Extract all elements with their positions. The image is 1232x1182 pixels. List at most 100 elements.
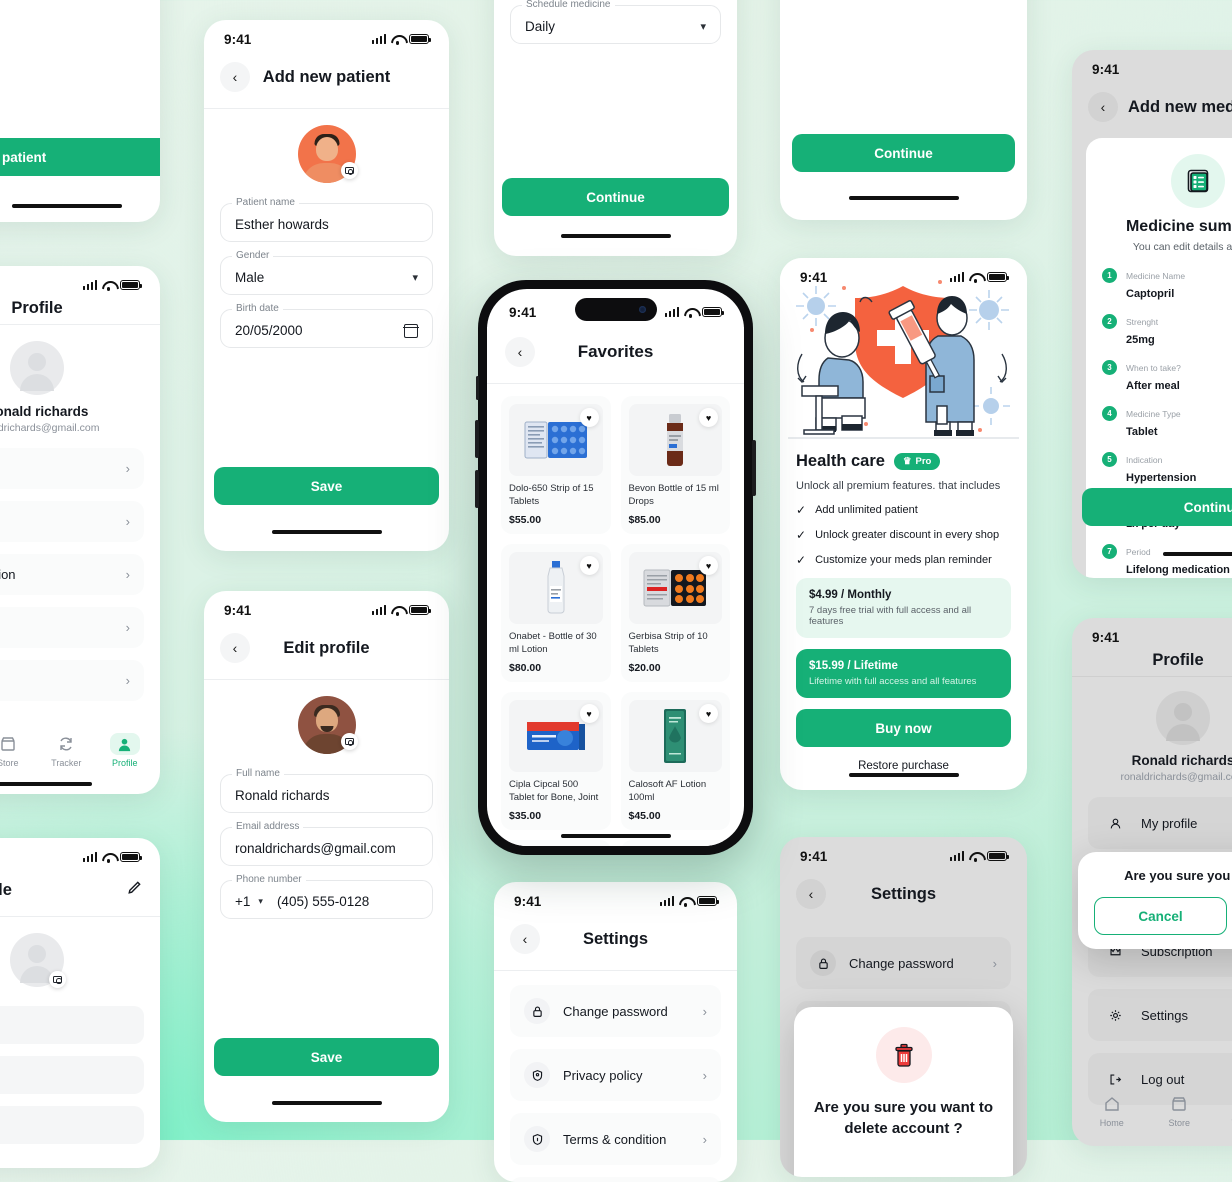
heart-icon[interactable]: ♥ xyxy=(699,556,718,575)
menu-label: My profile xyxy=(1141,816,1232,831)
check-icon: ✓ xyxy=(796,503,806,517)
full-name-field[interactable]: Full name Ronald richards xyxy=(220,774,433,813)
profile-menu-settings[interactable]: Settings xyxy=(1088,989,1232,1041)
favorite-card[interactable]: ♥ Onabet - Bottle of 30 ml Lotion $80.00 xyxy=(501,544,611,682)
tab-store[interactable]: Store xyxy=(0,733,37,768)
heart-icon[interactable]: ♥ xyxy=(699,408,718,427)
phone-number-field[interactable]: Phone number +1 ▾ (405) 555-0128 xyxy=(220,880,433,919)
settings-item-terms-condition[interactable]: Terms & condition › xyxy=(510,1113,721,1165)
profile-menu-settings[interactable]: Settings › xyxy=(0,607,144,648)
favorite-card[interactable]: ♥ xyxy=(501,840,611,846)
heart-icon[interactable]: ♥ xyxy=(580,408,599,427)
crown-icon: ♛ xyxy=(903,456,912,467)
tab-store[interactable]: Store xyxy=(1146,1093,1214,1128)
camera-badge-icon[interactable] xyxy=(341,733,358,750)
status-bar: 9:41 xyxy=(494,882,737,916)
field-value: ronaldrichards@gmail.com xyxy=(235,841,418,856)
heart-icon[interactable]: ♥ xyxy=(580,556,599,575)
step-number: 7 xyxy=(1102,544,1117,559)
tab-tracker[interactable]: Tracker xyxy=(37,733,96,768)
email-field[interactable]: gmail.com xyxy=(0,1056,144,1094)
chevron-right-icon: › xyxy=(126,620,130,635)
continue-button[interactable]: Continue xyxy=(792,134,1015,172)
status-icons xyxy=(83,280,141,290)
plan-monthly[interactable]: $4.99 / Monthly 7 days free trial with f… xyxy=(796,578,1011,638)
heart-icon[interactable]: ♥ xyxy=(699,704,718,723)
nav-bar: ‹ Favorites xyxy=(487,327,744,383)
settings-item-about-us[interactable]: About us › xyxy=(510,1177,721,1182)
home-indicator xyxy=(12,204,122,208)
save-button[interactable]: Save xyxy=(214,1038,439,1076)
camera-badge-icon[interactable] xyxy=(341,162,358,179)
battery-icon xyxy=(987,272,1007,282)
pro-label: Pro xyxy=(916,456,932,467)
cancel-button[interactable]: Cancel xyxy=(1094,897,1227,935)
country-code: +1 xyxy=(235,894,250,909)
chevron-down-icon[interactable]: ▾ xyxy=(258,896,263,907)
avatar-upload[interactable] xyxy=(204,696,449,754)
tab-home[interactable]: Home xyxy=(1078,1093,1146,1128)
birth-date-field[interactable]: Birth date 20/05/2000 xyxy=(220,309,433,348)
favorite-card[interactable]: ♥ Calosoft AF Lotion 100ml $45.00 xyxy=(621,692,731,830)
profile-menu-subscription[interactable]: Subscription › xyxy=(0,554,144,595)
favorite-card[interactable]: ♥ xyxy=(621,840,731,846)
tab-tracker[interactable]: Tracker xyxy=(1213,1093,1232,1128)
gender-select[interactable]: Gender Male ▾ xyxy=(220,256,433,295)
back-button[interactable]: ‹ xyxy=(505,337,535,367)
field-value: Ronald richards xyxy=(235,788,418,803)
continue-button[interactable]: Continue xyxy=(1082,488,1232,526)
step-number: 3 xyxy=(1102,360,1117,375)
email-address-field[interactable]: Email address ronaldrichards@gmail.com xyxy=(220,827,433,866)
favorite-card[interactable]: ♥ Gerbi xyxy=(621,544,731,682)
field-label: Schedule medicine xyxy=(522,0,615,10)
back-button[interactable]: ‹ xyxy=(1088,92,1118,122)
continue-button[interactable]: Continue xyxy=(502,178,729,216)
tab-label: Store xyxy=(1168,1118,1190,1128)
nav-bar: ‹ Add new patient xyxy=(204,54,449,108)
profile-menu-my-profile[interactable]: My profile xyxy=(1088,797,1232,849)
mute-switch[interactable] xyxy=(476,376,479,400)
patient-name-field[interactable]: Patient name Esther howards xyxy=(220,203,433,242)
favorite-card[interactable]: ♥ Dolo-650 Strip of 15 xyxy=(501,396,611,534)
profile-menu-logout[interactable]: Log out › xyxy=(0,660,144,701)
volume-down-button[interactable] xyxy=(475,470,479,508)
screen-my-profile-left: 9:41 My profile gmail.com xyxy=(0,838,160,1168)
buy-now-label: Buy now xyxy=(875,721,931,736)
favorite-card[interactable]: ♥ Cipla Cipcal 500 Tablet for Bone, Join… xyxy=(501,692,611,830)
signal-icon xyxy=(660,896,675,906)
power-button[interactable] xyxy=(752,440,756,496)
back-button[interactable]: ‹ xyxy=(796,879,826,909)
signal-icon xyxy=(372,34,387,44)
favorite-card[interactable]: ♥ Bevon Bottle of 15 ml Drops $85.00 xyxy=(621,396,731,534)
edit-pencil-icon[interactable] xyxy=(127,880,142,900)
restore-purchase-link[interactable]: Restore purchase xyxy=(796,760,1011,772)
buy-now-button[interactable]: Buy now xyxy=(796,709,1011,747)
settings-item-privacy-policy[interactable]: Privacy policy › xyxy=(510,1049,721,1101)
profile-menu-my-profile[interactable]: My profile › xyxy=(0,448,144,489)
full-name-field[interactable] xyxy=(0,1006,144,1044)
heart-icon[interactable]: ♥ xyxy=(580,704,599,723)
settings-item-change-password[interactable]: Change password › xyxy=(510,985,721,1037)
settings-item-change-password[interactable]: Change password › xyxy=(796,937,1011,989)
back-button[interactable]: ‹ xyxy=(510,924,540,954)
status-bar: 9:41 xyxy=(204,591,449,625)
back-button[interactable]: ‹ xyxy=(220,62,250,92)
add-new-patient-button[interactable]: Add new patient xyxy=(0,138,160,176)
profile-menu-favorite[interactable]: Favorite › xyxy=(0,501,144,542)
avatar-upload[interactable] xyxy=(204,125,449,183)
schedule-medicine-select[interactable]: Schedule medicine Daily ▾ xyxy=(510,5,721,44)
back-button[interactable]: ‹ xyxy=(220,633,250,663)
screen-profile-left: 9:41 Profile Ronald richards ronaldricha… xyxy=(0,266,160,794)
save-button[interactable]: Save xyxy=(214,467,439,505)
home-indicator xyxy=(272,530,382,534)
volume-up-button[interactable] xyxy=(475,420,479,458)
product-name: Onabet - Bottle of 30 ml Lotion xyxy=(509,631,603,657)
calendar-icon[interactable] xyxy=(404,324,418,338)
page-title: Profile xyxy=(1072,651,1232,670)
tab-profile[interactable]: Profile xyxy=(96,733,155,768)
nav-bar: Profile xyxy=(0,300,160,324)
camera-badge-icon[interactable] xyxy=(49,971,66,988)
status-time: 9:41 xyxy=(800,849,827,864)
phone-field[interactable] xyxy=(0,1106,144,1144)
plan-lifetime[interactable]: $15.99 / Lifetime Lifetime with full acc… xyxy=(796,649,1011,698)
